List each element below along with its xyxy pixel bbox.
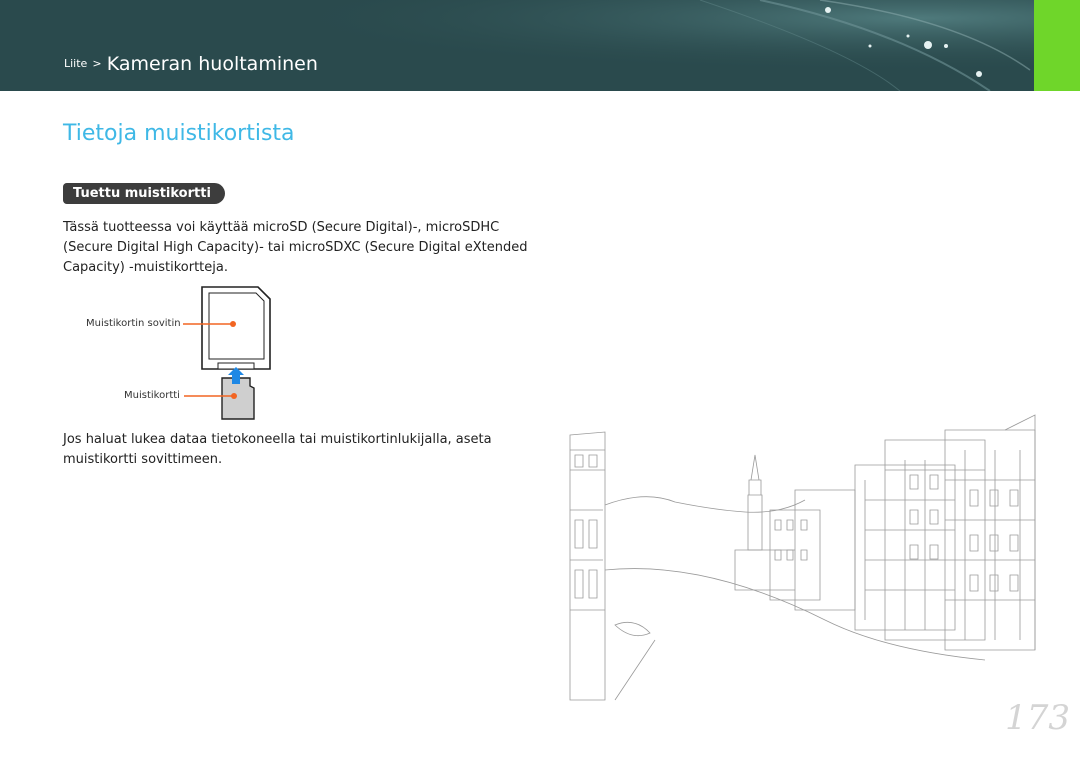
header-decoration	[0, 0, 1080, 91]
paragraph-card-reader: Jos haluat lukea dataa tietokoneella tai…	[63, 432, 492, 467]
accent-tab	[1034, 0, 1080, 91]
page-title: Tietoja muistikortista	[63, 121, 295, 146]
breadcrumb-current: Kameran huoltaminen	[106, 53, 318, 75]
adapter-label: Muistikortin sovitin	[86, 318, 181, 329]
breadcrumb-parent: Liite	[64, 57, 88, 70]
microsd-card-shape	[221, 377, 255, 420]
city-sketch-illustration	[569, 414, 1036, 701]
breadcrumb: Liite > Kameran huoltaminen	[64, 53, 318, 75]
page-number: 173	[1005, 698, 1070, 738]
breadcrumb-separator: >	[92, 57, 102, 70]
header-banner: Liite > Kameran huoltaminen	[0, 0, 1080, 91]
section-heading: Tuettu muistikortti	[63, 183, 225, 204]
card-label: Muistikortti	[124, 390, 180, 401]
memory-card-illustration	[183, 286, 271, 420]
paragraph-supported-cards: Tässä tuotteessa voi käyttää microSD (Se…	[63, 220, 528, 275]
sd-adapter-shape	[201, 286, 271, 370]
